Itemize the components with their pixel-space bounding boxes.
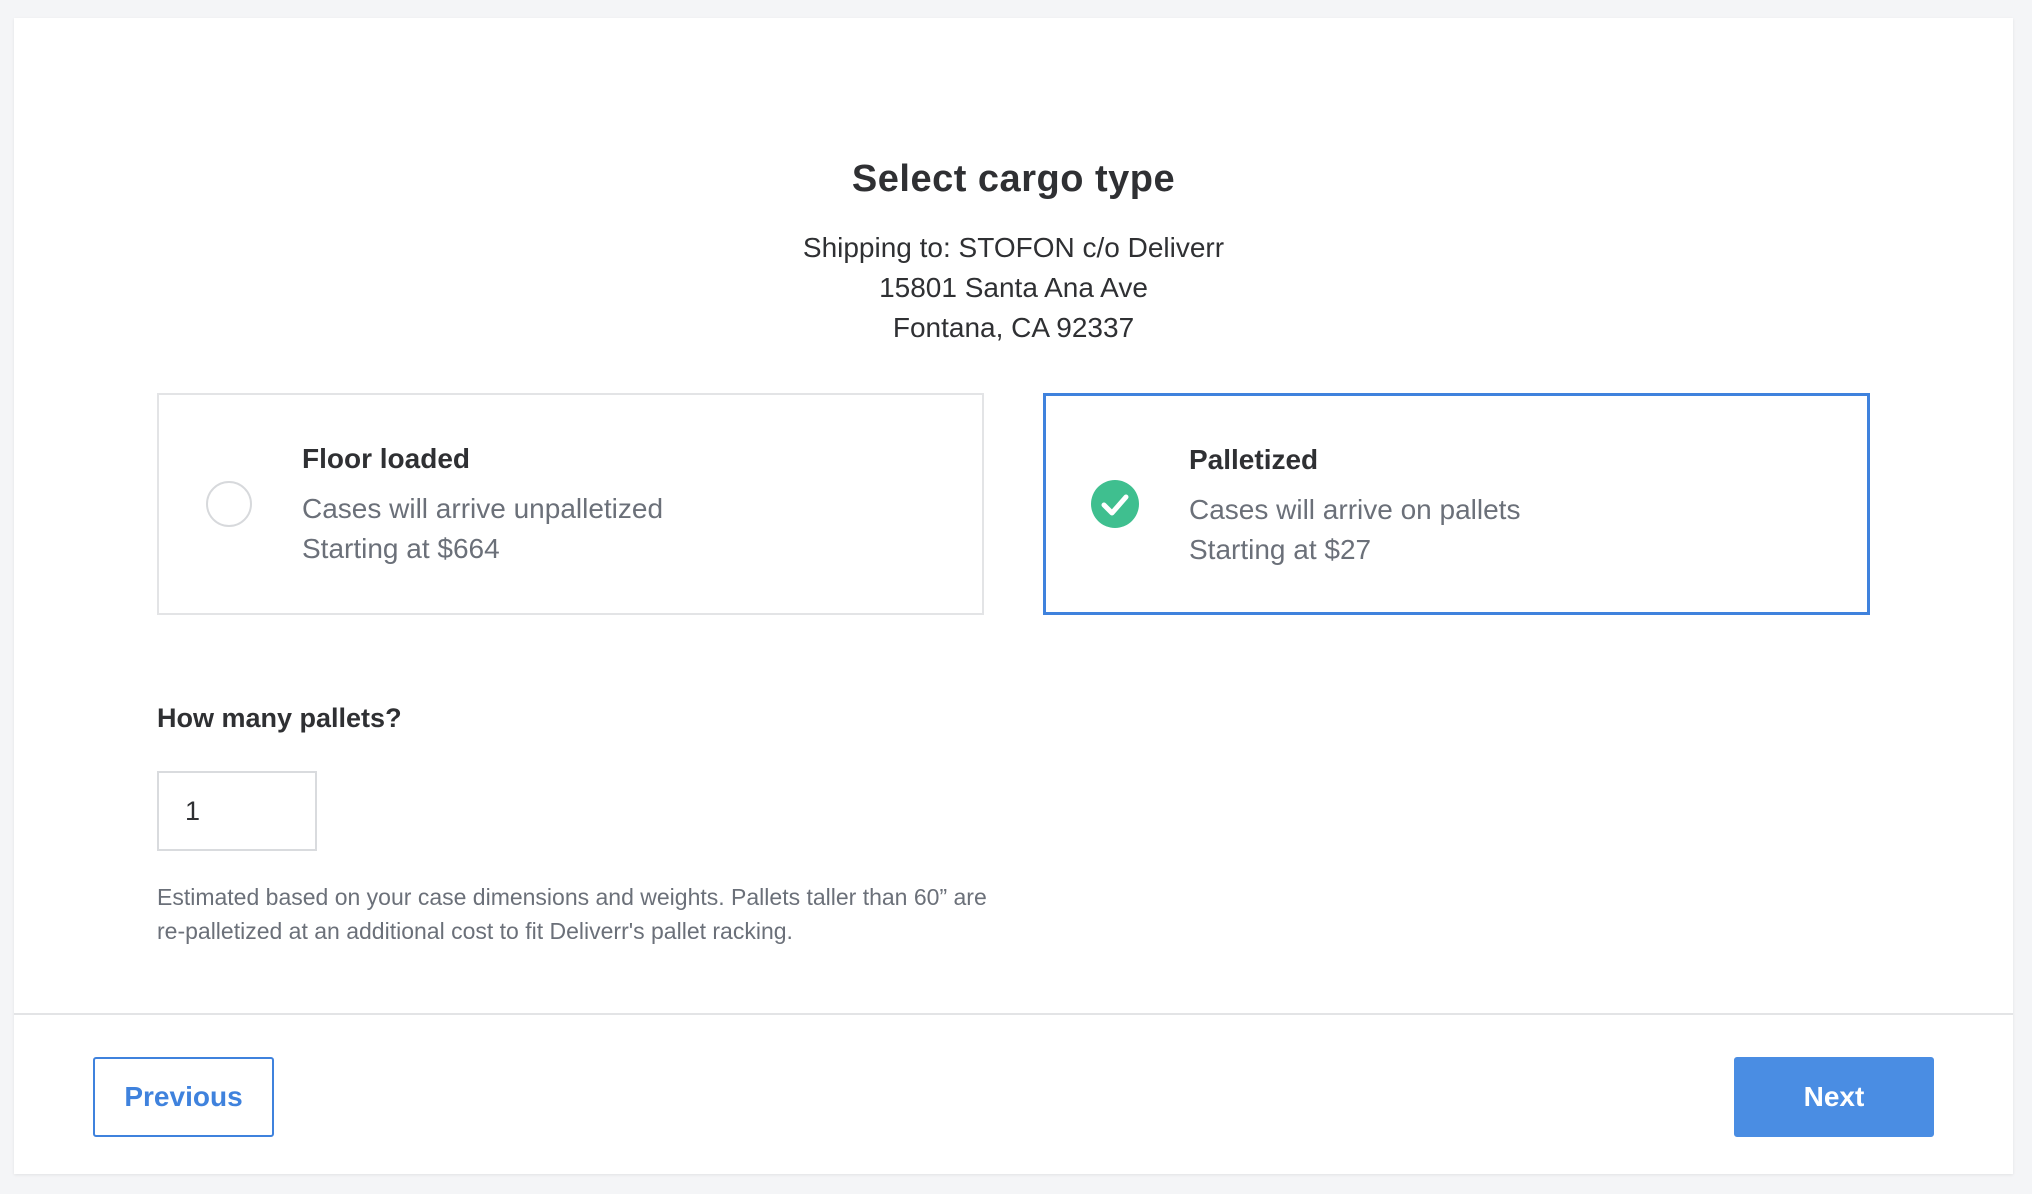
option-description: Cases will arrive on pallets <box>1189 494 1521 525</box>
option-card-floor-loaded[interactable]: Floor loaded Cases will arrive unpalleti… <box>157 393 984 615</box>
check-circle-icon[interactable] <box>1091 480 1139 528</box>
pallet-help-text: Estimated based on your case dimensions … <box>157 884 987 944</box>
shipping-address: Shipping to: STOFON c/o Deliverr 15801 S… <box>14 228 2013 348</box>
cargo-type-panel: Select cargo type Shipping to: STOFON c/… <box>14 18 2013 1174</box>
option-text: Floor loaded Cases will arrive unpalleti… <box>302 441 663 569</box>
option-card-palletized[interactable]: Palletized Cases will arrive on pallets … <box>1043 393 1870 615</box>
next-button[interactable]: Next <box>1734 1057 1934 1137</box>
pallet-count-label: How many pallets? <box>157 703 402 733</box>
radio-empty-icon[interactable] <box>206 481 252 527</box>
shipping-to-line: Shipping to: STOFON c/o Deliverr <box>802 232 1225 263</box>
address-city-line: Fontana, CA 92337 <box>892 312 1135 343</box>
option-description: Cases will arrive unpalletized <box>302 493 664 524</box>
page-title: Select cargo type <box>851 158 1176 200</box>
previous-button[interactable]: Previous <box>93 1057 274 1137</box>
option-text: Palletized Cases will arrive on pallets … <box>1189 442 1520 570</box>
pallet-count-input[interactable] <box>157 771 317 851</box>
option-price: Starting at $664 <box>302 533 500 564</box>
option-title: Palletized <box>1189 444 1319 475</box>
footer-divider <box>14 1013 2013 1015</box>
option-price: Starting at $27 <box>1189 534 1372 565</box>
option-title: Floor loaded <box>302 443 470 474</box>
address-street-line: 15801 Santa Ana Ave <box>879 272 1148 303</box>
